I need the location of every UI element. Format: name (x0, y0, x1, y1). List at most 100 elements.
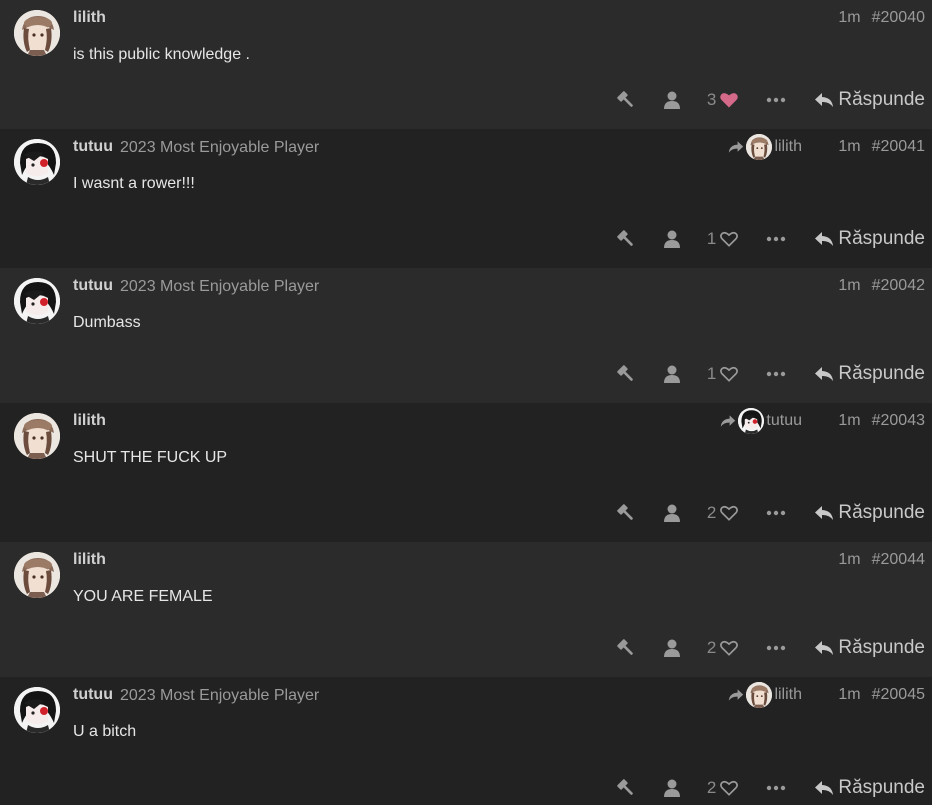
avatar[interactable] (14, 278, 60, 324)
hammer-icon[interactable] (615, 502, 637, 524)
user-icon[interactable] (661, 89, 683, 111)
ellipsis-icon[interactable] (765, 228, 787, 250)
reply-arrow-icon (814, 779, 838, 797)
ellipsis-icon[interactable] (765, 777, 787, 799)
post-actions: 2 Răspunde (615, 773, 925, 803)
post-actions: 1 Răspunde (615, 359, 925, 389)
post-username[interactable]: tutuu (73, 138, 113, 156)
share-arrow-icon (728, 139, 744, 155)
post: tutuu 2023 Most Enjoyable Player 1m #20042 D… (0, 268, 932, 403)
avatar[interactable] (14, 687, 60, 733)
ellipsis-icon[interactable] (765, 89, 787, 111)
user-icon[interactable] (661, 637, 683, 659)
share-arrow-icon (728, 687, 744, 703)
heart-icon (719, 503, 739, 523)
like-button[interactable]: 1 (707, 229, 739, 249)
post-meta: 1m #20043 (838, 412, 925, 430)
reply-to-tab[interactable]: tutuu (720, 408, 802, 434)
post-age[interactable]: 1m (838, 412, 860, 430)
post-number[interactable]: #20045 (872, 686, 925, 704)
hammer-icon[interactable] (615, 228, 637, 250)
post-meta: 1m #20044 (838, 551, 925, 569)
post-actions: 2 Răspunde (615, 633, 925, 663)
user-title: 2023 Most Enjoyable Player (120, 687, 320, 704)
post: tutuu 2023 Most Enjoyable Player lilith 1m… (0, 129, 932, 268)
reply-label: Răspunde (838, 777, 925, 798)
reply-to-username: tutuu (766, 412, 802, 429)
reply-to-tab[interactable]: lilith (728, 134, 802, 160)
post-stream: lilith 1m #20040 is this public knowledge .… (0, 0, 932, 805)
reply-to-avatar (738, 408, 765, 434)
post-username[interactable]: lilith (73, 412, 106, 430)
like-count: 2 (706, 778, 717, 797)
avatar[interactable] (14, 413, 60, 459)
user-icon[interactable] (661, 502, 683, 524)
reply-label: Răspunde (838, 502, 925, 523)
heart-icon (719, 229, 739, 249)
reply-button[interactable]: Răspunde (814, 502, 925, 524)
post-meta: 1m #20045 (838, 686, 925, 704)
post-age[interactable]: 1m (838, 551, 860, 569)
like-button[interactable]: 2 (707, 778, 739, 798)
reply-to-username: lilith (774, 138, 802, 155)
post-age[interactable]: 1m (838, 686, 860, 704)
user-icon[interactable] (661, 777, 683, 799)
post-number[interactable]: #20042 (872, 277, 925, 295)
reply-button[interactable]: Răspunde (814, 363, 925, 385)
user-icon[interactable] (661, 363, 683, 385)
post-age[interactable]: 1m (838, 277, 860, 295)
post-meta: 1m #20042 (838, 277, 925, 295)
post-number[interactable]: #20040 (872, 9, 925, 27)
ellipsis-icon[interactable] (765, 502, 787, 524)
post-username[interactable]: tutuu (73, 686, 113, 704)
like-count: 3 (706, 90, 717, 109)
post-age[interactable]: 1m (838, 138, 860, 156)
post-content: U a bitch (73, 723, 137, 740)
reply-button[interactable]: Răspunde (814, 777, 925, 799)
ellipsis-icon[interactable] (765, 363, 787, 385)
avatar[interactable] (14, 139, 60, 185)
post-number[interactable]: #20041 (872, 138, 925, 156)
post: lilith tutuu 1m #20043 SHUT THE FUCK UP 2 Răs… (0, 403, 932, 542)
hammer-icon[interactable] (615, 363, 637, 385)
post-number[interactable]: #20044 (872, 551, 925, 569)
avatar[interactable] (14, 552, 60, 598)
post-actions: 1 Răspunde (615, 224, 925, 254)
like-button[interactable]: 2 (707, 503, 739, 523)
avatar[interactable] (14, 10, 60, 56)
like-button[interactable]: 3 (707, 90, 739, 110)
post-content: SHUT THE FUCK UP (73, 449, 228, 466)
hammer-icon[interactable] (615, 777, 637, 799)
like-count: 2 (706, 503, 717, 522)
reply-button[interactable]: Răspunde (814, 89, 925, 111)
ellipsis-icon[interactable] (765, 637, 787, 659)
heart-icon (719, 90, 739, 110)
post-meta: 1m #20040 (838, 9, 925, 27)
post: lilith 1m #20044 YOU ARE FEMALE 2 Răspunde (0, 542, 932, 677)
reply-arrow-icon (814, 365, 838, 383)
reply-label: Răspunde (838, 363, 925, 384)
post-username[interactable]: lilith (73, 9, 106, 27)
hammer-icon[interactable] (615, 89, 637, 111)
post-actions: 2 Răspunde (615, 498, 925, 528)
user-icon[interactable] (661, 228, 683, 250)
like-button[interactable]: 2 (707, 638, 739, 658)
reply-to-tab[interactable]: lilith (728, 682, 802, 708)
post: tutuu 2023 Most Enjoyable Player lilith 1m… (0, 677, 932, 805)
post-username[interactable]: lilith (73, 551, 106, 569)
post-number[interactable]: #20043 (872, 412, 925, 430)
reply-to-username: lilith (774, 686, 802, 703)
post-age[interactable]: 1m (838, 9, 860, 27)
post-username[interactable]: tutuu (73, 277, 113, 295)
hammer-icon[interactable] (615, 637, 637, 659)
like-button[interactable]: 1 (707, 364, 739, 384)
reply-to-avatar (746, 134, 773, 160)
post-content: is this public knowledge . (73, 46, 250, 63)
heart-icon (719, 638, 739, 658)
reply-button[interactable]: Răspunde (814, 637, 925, 659)
reply-arrow-icon (814, 639, 838, 657)
reply-arrow-icon (814, 504, 838, 522)
reply-button[interactable]: Răspunde (814, 228, 925, 250)
post-content: Dumbass (73, 314, 141, 331)
post-content: YOU ARE FEMALE (73, 588, 213, 605)
